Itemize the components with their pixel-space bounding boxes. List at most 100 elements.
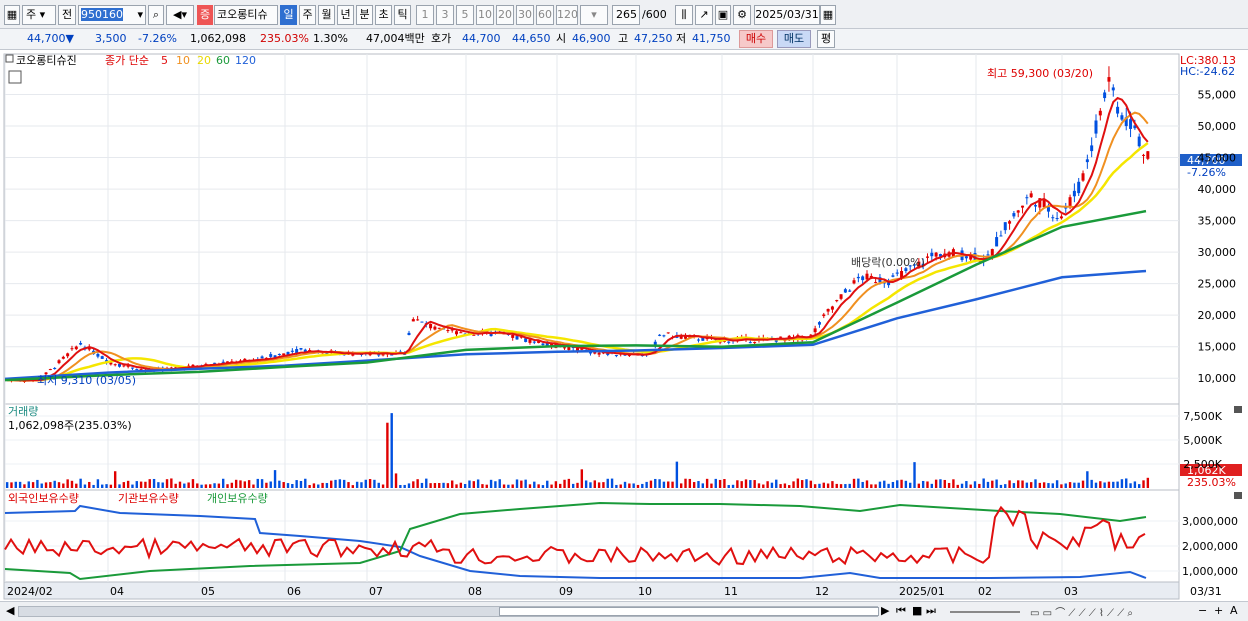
buy-button[interactable]: 매수 [739,30,773,48]
volume-bar [667,481,670,488]
x-tick-label: 03 [1064,585,1078,598]
period-tick[interactable]: 틱 [394,5,411,25]
volume-bar [178,481,182,488]
interval-20[interactable]: 20 [496,5,514,25]
interval-10[interactable]: 10 [476,5,494,25]
last-icon[interactable]: ⏭ [926,604,936,618]
count-input[interactable]: 265 [612,5,640,25]
period-month[interactable]: 월 [318,5,335,25]
volume-bar [645,481,648,488]
tool-icons[interactable]: ▭ ▭ ⌒ ⟋ ⟋ ⟋ ⌇ ⟋ ⟋ ⌕ [1030,604,1133,619]
window-icon[interactable]: ▦ [4,5,20,25]
interval-120[interactable]: 120 [556,5,578,25]
volume-bar [377,482,380,488]
legend-ma10: 10 [176,54,190,67]
volume-bar [1142,480,1145,488]
candle-body [817,322,821,325]
volume-bar [498,479,501,488]
zoom-slider[interactable] [950,611,1020,613]
candle-body [1003,222,1007,231]
scroll-bar[interactable]: ◀ ▶ ⏮ ■ ⏭ ▭ ▭ ⌒ ⟋ ⟋ ⟋ ⌇ ⟋ ⟋ ⌕ − + A [0,601,1248,621]
first-icon[interactable]: ⏮ [896,604,906,618]
candle-body [100,356,104,359]
market-select[interactable]: 주 ▾ [22,5,56,25]
period-week[interactable]: 주 [299,5,316,25]
ask-price: 44,700 [462,32,501,45]
volume-bar [269,481,272,488]
save-icon[interactable]: ▣ [715,5,731,25]
interval-5[interactable]: 5 [456,5,474,25]
volume-bar [165,479,169,488]
candle-icon[interactable]: ⫼ [675,5,693,25]
table-icon[interactable] [8,70,22,84]
calendar-icon[interactable]: ▦ [820,5,836,25]
volume-bar [260,479,264,488]
volume-bar [1129,483,1132,488]
volume-bar [593,480,596,488]
volume-bar [701,483,705,488]
scroll-right-icon[interactable]: ▶ [881,604,889,617]
volume-bar [1038,482,1042,488]
volume-close-icon[interactable] [1234,406,1242,413]
font-icon[interactable]: A [1230,604,1238,617]
volume-bar [494,481,497,488]
candle-body [57,360,61,364]
legend-ma120: 120 [235,54,256,67]
volume-bar [368,479,372,488]
chart-area[interactable]: 코오롱티슈진 종가 단순 5 10 20 60 120 LC:380.13 HC… [0,51,1248,601]
period-day[interactable]: 일 [280,5,297,25]
period-year[interactable]: 년 [337,5,354,25]
x-tick-label: 08 [468,585,482,598]
period-second[interactable]: 초 [375,5,392,25]
candle-body [1059,216,1063,219]
volume-bar [442,482,445,488]
theme-badge[interactable]: 증 [197,5,213,25]
volume-bar [481,484,484,488]
stop-icon[interactable]: ■ [912,604,922,617]
candle-body [930,252,934,257]
volume-bar [991,480,994,488]
interval-select[interactable]: ▾ [580,5,608,25]
draw-icon[interactable]: ↗ [695,5,713,25]
eval-button[interactable]: 평 [817,30,835,48]
volume-bar [455,484,458,488]
volume-bar [628,483,631,488]
scroll-thumb[interactable] [499,607,879,616]
volume-bar [1094,482,1098,488]
interval-60[interactable]: 60 [536,5,554,25]
holder-tick-label: 3,000,000 [1182,515,1238,528]
scroll-left-icon[interactable]: ◀ [6,604,14,617]
volume-bar [364,479,367,488]
candle-body [830,306,834,310]
volume-bar [144,481,147,488]
code-input[interactable]: 950160 ▾ [78,5,146,25]
interval-1[interactable]: 1 [416,5,434,25]
volume-bar [956,484,959,488]
zoom-out-icon[interactable]: − [1198,604,1207,617]
interval-30[interactable]: 30 [516,5,534,25]
gear-icon[interactable]: ⚙ [733,5,751,25]
volume-bar [636,484,640,488]
period-minute[interactable]: 분 [356,5,373,25]
interval-3[interactable]: 3 [436,5,454,25]
volume-bar [610,478,614,488]
candle-body [407,332,411,336]
zoom-in-icon[interactable]: + [1214,604,1223,617]
holder-close-icon[interactable] [1234,492,1242,499]
search-icon[interactable]: ⌕ [148,5,164,25]
date-input[interactable]: 2025/03/31 [754,5,820,25]
volume-panel[interactable] [3,403,1180,491]
volume-bar [908,482,912,488]
scroll-track[interactable] [18,606,879,617]
volume-bar [489,479,493,488]
candle-body [459,332,463,334]
candle-body [515,336,519,340]
sell-button[interactable]: 매도 [777,30,811,48]
volume-bar [403,484,406,488]
prev-button[interactable]: 전 [58,5,76,25]
volume-bar [1060,484,1063,488]
open-price: 46,900 [572,32,611,45]
speaker-icon[interactable]: ◀▾ [166,5,194,25]
volume-bar [75,483,78,488]
candle-body [839,294,843,299]
